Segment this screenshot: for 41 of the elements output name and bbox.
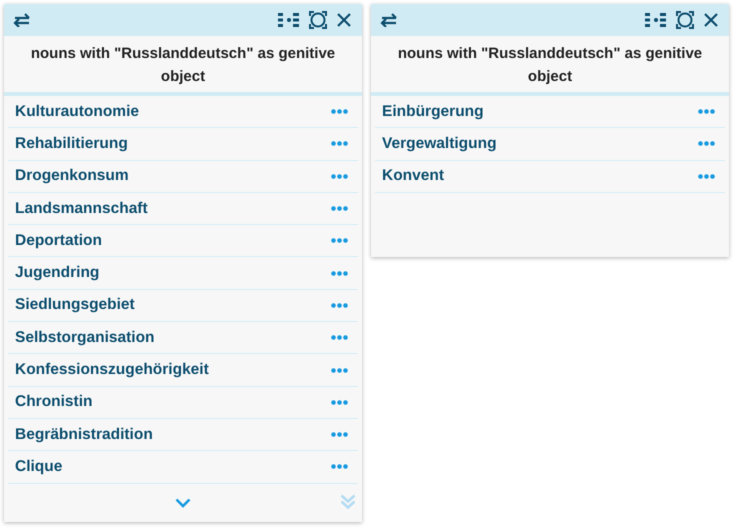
word-link[interactable]: Clique	[15, 458, 62, 476]
word-link[interactable]: Chronistin	[15, 393, 92, 412]
more-icon[interactable]	[698, 174, 715, 179]
word-link[interactable]: Landsmannschaft	[15, 200, 148, 218]
word-link[interactable]: Konfessionszugehörigkeit	[15, 361, 209, 380]
more-icon[interactable]	[331, 206, 348, 212]
swap-icon[interactable]	[379, 13, 399, 27]
more-icon[interactable]	[698, 109, 715, 114]
word-link[interactable]: Einbürgerung	[382, 102, 484, 121]
word-link[interactable]: Kulturautonomie	[15, 102, 139, 121]
focus-icon[interactable]	[676, 11, 694, 29]
chevron-down-icon[interactable]	[175, 498, 191, 508]
panel-title: nouns with "Russlanddeutsch" as genitive object	[4, 36, 362, 96]
more-icon[interactable]	[331, 400, 348, 405]
word-link[interactable]: Rehabilitierung	[15, 134, 128, 153]
word-link[interactable]: Vergewaltigung	[382, 134, 497, 153]
close-icon[interactable]	[703, 12, 719, 28]
panel-title: nouns with "Russlanddeutsch" as genitive object	[371, 36, 729, 96]
more-icon[interactable]	[331, 270, 348, 276]
more-icon[interactable]	[331, 302, 348, 308]
more-icon[interactable]	[698, 141, 715, 146]
more-icon[interactable]	[331, 109, 348, 114]
word-link[interactable]: Selbstorganisation	[15, 328, 155, 347]
more-icon[interactable]	[331, 368, 348, 373]
dots-list-icon[interactable]	[645, 13, 667, 27]
word-link[interactable]: Siedlungsgebiet	[15, 296, 135, 314]
more-icon[interactable]	[331, 432, 348, 438]
swap-icon[interactable]	[12, 13, 32, 27]
word-link[interactable]: Deportation	[15, 232, 102, 250]
word-link[interactable]: Jugendring	[15, 264, 100, 282]
more-icon[interactable]	[331, 238, 348, 244]
more-icon[interactable]	[331, 141, 348, 146]
word-link[interactable]: Drogenkonsum	[15, 167, 129, 186]
dots-list-icon[interactable]	[278, 13, 300, 27]
more-icon[interactable]	[331, 335, 348, 340]
word-link[interactable]: Konvent	[382, 167, 444, 186]
focus-icon[interactable]	[309, 11, 327, 29]
close-icon[interactable]	[336, 12, 352, 28]
more-icon[interactable]	[331, 174, 348, 179]
word-link[interactable]: Begräbnistradition	[15, 426, 153, 444]
more-icon[interactable]	[331, 464, 348, 470]
